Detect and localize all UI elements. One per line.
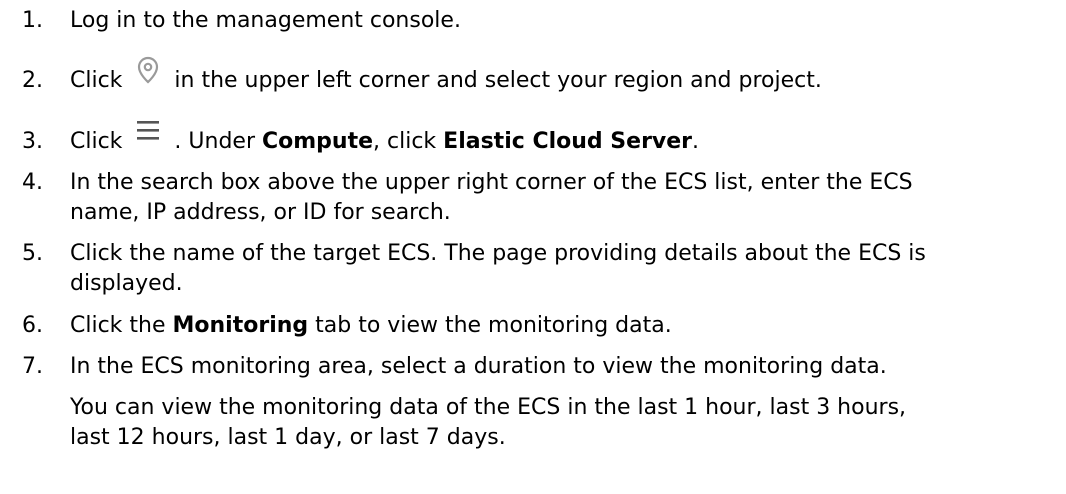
step-note: You can view the monitoring data of the … [70, 395, 907, 420]
step-text: In the ECS monitoring area, select a dur… [70, 352, 1060, 453]
step-number: 4. [22, 170, 43, 195]
step-text: Click . Under Compute, click Elastic Clo… [70, 121, 1060, 157]
step-number: 3. [22, 129, 43, 154]
menu-compute: Compute [262, 129, 374, 154]
monitoring-tab-label: Monitoring [172, 313, 309, 338]
menu-icon [129, 117, 167, 151]
step-text: Log in to the management console. [70, 8, 461, 33]
step-number: 6. [22, 313, 43, 338]
step-number: 2. [22, 68, 43, 93]
menu-elastic-cloud-server: Elastic Cloud Server [443, 129, 693, 154]
step-text: Click the name of the target ECS. The pa… [70, 241, 926, 296]
step-text: Click the Monitoring tab to view the mon… [70, 313, 672, 338]
step-text: Click in the upper left corner and selec… [70, 56, 1060, 96]
step-number: 1. [22, 8, 43, 33]
step-number: 7. [22, 354, 43, 379]
step-number: 5. [22, 241, 43, 266]
location-pin-icon [129, 54, 167, 94]
step-text: In the search box above the upper right … [70, 170, 913, 225]
step-note: last 12 hours, last 1 day, or last 7 day… [70, 425, 506, 450]
